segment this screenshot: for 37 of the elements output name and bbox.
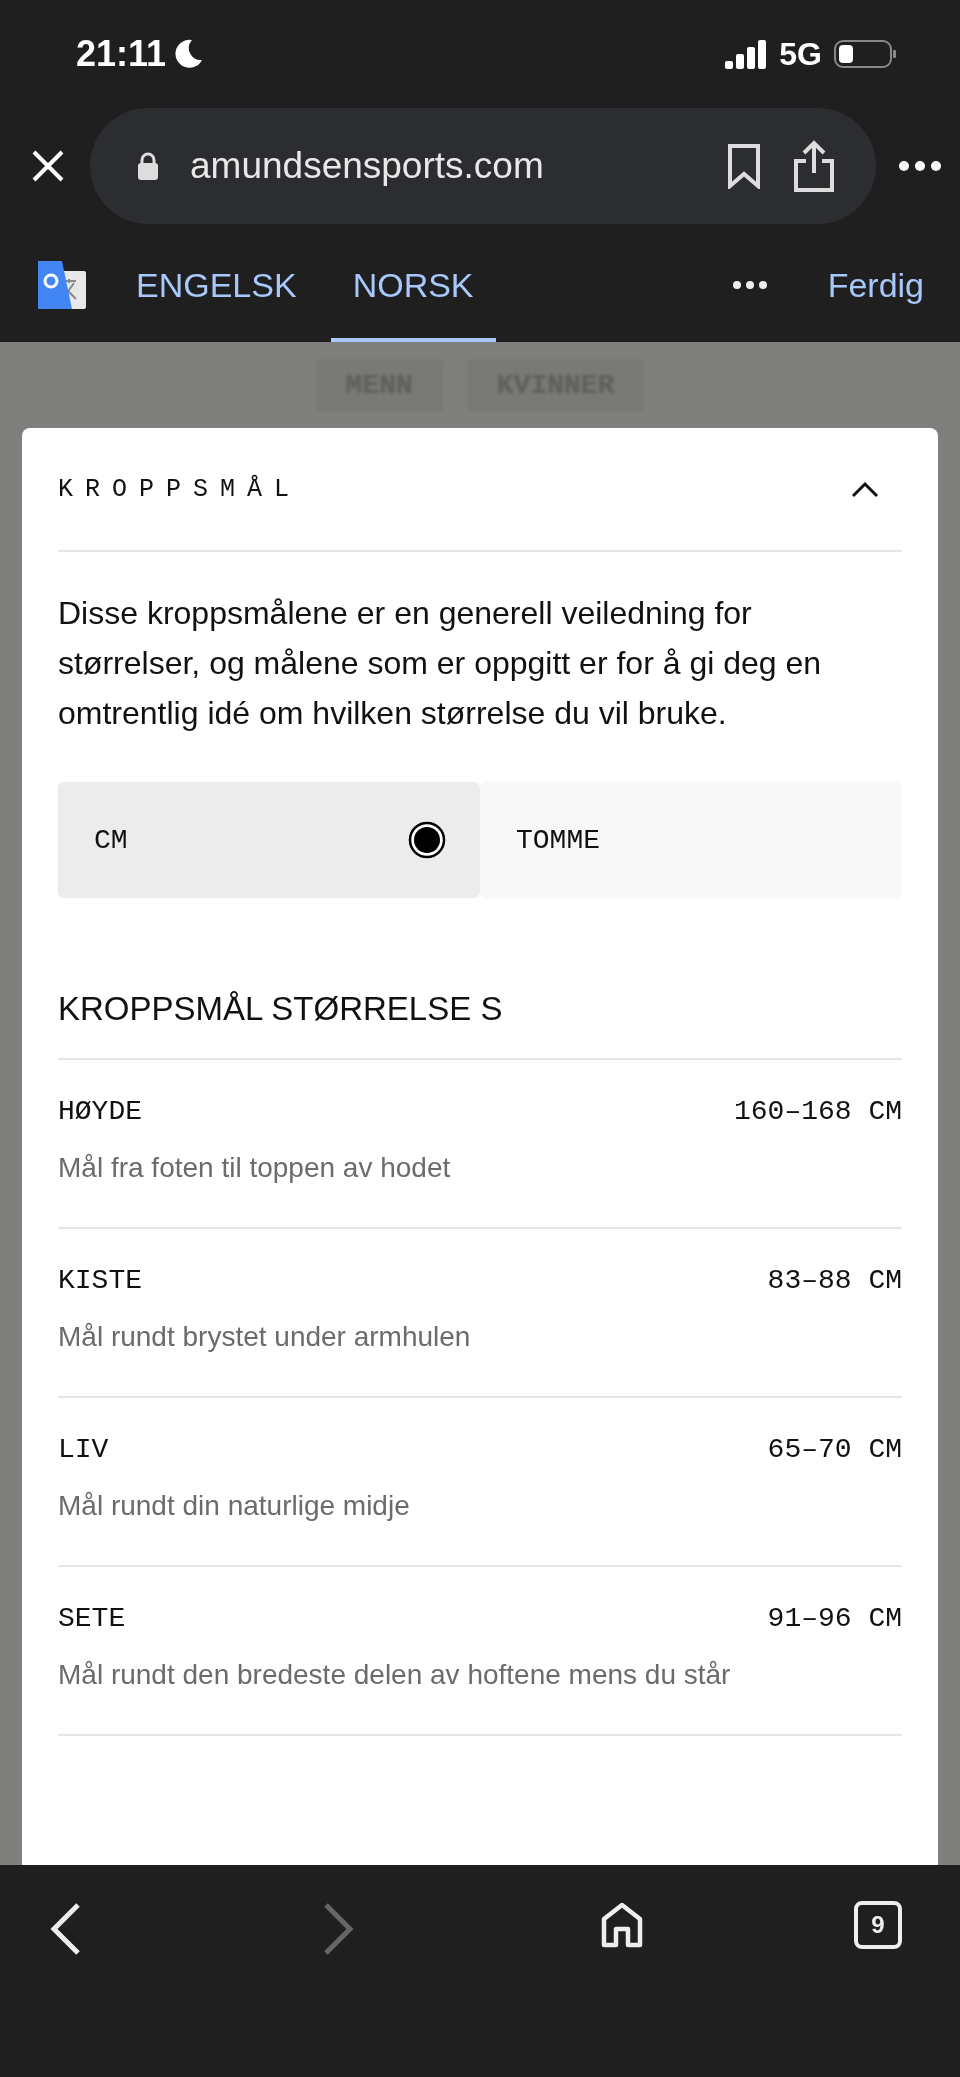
translate-icon [36,259,88,311]
measurement-name: KISTE [58,1265,142,1296]
share-icon[interactable] [792,139,836,193]
address-bar[interactable]: amundsensports.com [90,108,876,224]
section-title: KROPPSMÅL [58,474,302,504]
forward-icon[interactable] [322,1901,356,1957]
measurement-value: 65–70 CM [767,1434,902,1465]
measurement-description: Mål rundt den bredeste delen av hoftene mens du står [58,1658,732,1692]
chevron-icon[interactable] [850,480,880,498]
done-button[interactable]: Ferdig [827,265,924,305]
measurement-name: LIV [58,1434,109,1465]
url-text: amundsensports.com [190,145,545,187]
intro-text: Disse kroppsmålene er en generell veiledning for størrelser, og målene som er oppgitt er for å gi deg en omtrentlig idé om hvilken størrelse du vil bruke. [58,594,823,733]
unit-option[interactable]: TOMME [480,782,902,898]
bookmark-icon[interactable] [726,143,762,189]
home-icon[interactable] [600,1901,644,1949]
more-icon[interactable] [898,160,942,172]
clock: 21:11 [76,33,167,75]
measurement-name: SETE [58,1603,126,1634]
measurement-value: 91–96 CM [767,1603,902,1634]
measurement-value: 83–88 CM [767,1265,902,1296]
size-heading: KROPPSMÅL STØRRELSE S [58,990,902,1060]
measurement-description: Mål fra foten til toppen av hodet [58,1151,452,1185]
lock-icon [136,151,160,181]
unit-option[interactable]: CM [58,782,480,898]
language-tab[interactable]: ENGELSK [114,228,319,342]
battery-icon [834,39,898,69]
moon-icon [172,38,205,70]
measurement-description: Mål rundt din naturlige midje [58,1489,411,1523]
network-label: 5G [779,35,822,73]
tab-count-button[interactable]: 9 [854,1901,902,1949]
measurement-value: 160–168 CM [733,1096,902,1127]
more-icon[interactable] [731,280,768,290]
measurement-name: HØYDE [58,1096,142,1127]
radio-icon [408,821,446,859]
measurement-description: Mål rundt brystet under armhulen [58,1320,472,1354]
back-icon[interactable] [48,1901,82,1957]
